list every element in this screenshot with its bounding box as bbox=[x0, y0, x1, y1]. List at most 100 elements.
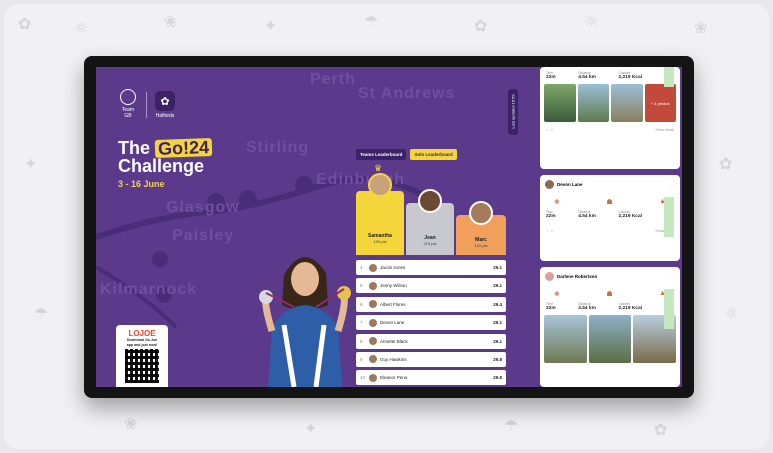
avatar bbox=[369, 355, 377, 364]
stat-value: 22m bbox=[546, 306, 556, 311]
like-icon[interactable]: ♡ ☺ bbox=[546, 128, 554, 132]
doodle-icon: ❀ bbox=[694, 18, 708, 37]
table-row[interactable]: 4 Jacob Jones 29.1 bbox=[356, 260, 506, 275]
rank: 6 bbox=[360, 301, 363, 307]
table-row[interactable]: 10 Eleanor Pena 29.8 bbox=[356, 370, 506, 386]
table-row[interactable]: 9 Guy Hawkins 29.8 bbox=[356, 351, 506, 367]
photo[interactable] bbox=[588, 315, 632, 363]
photo[interactable] bbox=[544, 315, 587, 363]
stat-value: 4.54 km bbox=[578, 306, 596, 311]
activity-icons: ❀ ☗ ▲ bbox=[540, 286, 680, 302]
stat-value: 2,219 Kcal bbox=[618, 214, 642, 219]
stat-value: 4.54 km bbox=[578, 214, 596, 219]
post-photos: + 4 photos bbox=[540, 80, 680, 126]
gojoe-logo: LOJOE bbox=[128, 329, 156, 338]
post-footer: ♡ ☺ Show detail bbox=[540, 126, 680, 136]
tab-teams-leaderboard[interactable]: Teams Leaderboard bbox=[356, 149, 407, 160]
rank: 8 bbox=[360, 338, 363, 344]
show-detail-link[interactable]: Show detail bbox=[655, 128, 674, 132]
progress-graph bbox=[664, 67, 674, 87]
leaderboard-tabs: Teams Leaderboard Solo Leaderboard bbox=[356, 149, 457, 160]
progress-graph bbox=[664, 197, 674, 237]
row-points: 29.8 bbox=[493, 375, 502, 381]
row-name: Annette Black bbox=[380, 338, 408, 344]
medal-icon bbox=[259, 290, 273, 304]
map-label: Paisley bbox=[172, 227, 235, 244]
row-points: 29.8 bbox=[493, 356, 502, 362]
map-pin-icon bbox=[239, 190, 257, 208]
table-row[interactable]: 7 Devon Lane 29.1 bbox=[356, 315, 506, 331]
rank: 5 bbox=[360, 283, 363, 289]
avatar bbox=[369, 337, 377, 346]
avatar bbox=[369, 373, 377, 382]
post-author: Devon Lane bbox=[557, 182, 583, 187]
avatar bbox=[369, 300, 377, 309]
table-row[interactable]: 8 Annette Black 29.1 bbox=[356, 333, 506, 349]
more-options-icon[interactable]: ⋯ bbox=[671, 274, 676, 280]
activity-post[interactable]: Time 22m Distance 4.54 km Calories 2,219 Kc… bbox=[540, 67, 680, 169]
table-row[interactable]: 5 Jenny Wilson 29.1 bbox=[356, 278, 506, 294]
doodle-icon: ✿ bbox=[654, 420, 668, 439]
doodle-icon: ☂ bbox=[504, 416, 519, 435]
map-label: St Andrews bbox=[358, 85, 456, 102]
map-label: Perth bbox=[310, 71, 356, 88]
brand-logos: Team GB ✿ Halfords bbox=[118, 89, 175, 121]
rank: 4 bbox=[360, 265, 363, 270]
podium-avatar bbox=[469, 201, 493, 225]
activity-icons: ❀ ☗ ▲ bbox=[540, 194, 680, 210]
halfords-label: Halfords bbox=[155, 113, 175, 119]
activity-post[interactable]: Darlene Robertson ⋯ ❀ ☗ ▲ Time 22m Distan… bbox=[540, 267, 680, 387]
challenge-title: The Go!24 Challenge bbox=[118, 137, 213, 175]
like-icon[interactable]: ♡ ☺ bbox=[546, 229, 554, 233]
more-photos[interactable]: + 4 photos bbox=[644, 84, 676, 122]
athlete-photo bbox=[259, 256, 351, 387]
row-name: Jacob Jones bbox=[380, 265, 406, 270]
qr-text: app and join now! bbox=[126, 342, 158, 347]
stat-value: 2,219 Kcal bbox=[618, 306, 642, 311]
row-points: 29.1 bbox=[493, 283, 502, 289]
avatar bbox=[369, 281, 377, 290]
podium-points: 215 pts bbox=[423, 241, 437, 246]
avatar bbox=[545, 272, 554, 281]
activity-icon: ☗ bbox=[606, 199, 613, 206]
podium: Samantha 190 pts Jean 215 pts Marc 120 p… bbox=[356, 163, 506, 255]
post-header: Darlene Robertson ⋯ bbox=[540, 267, 680, 286]
tab-solo-leaderboard[interactable]: Solo Leaderboard bbox=[410, 149, 457, 160]
qr-card[interactable]: LOJOE Download Go.Joe app and join now! bbox=[116, 325, 168, 387]
stat-value: 22m bbox=[546, 75, 556, 80]
crown-icon: ♛ bbox=[374, 163, 383, 173]
doodle-icon: ✦ bbox=[264, 16, 278, 35]
doodle-icon: ✿ bbox=[719, 154, 733, 173]
activity-icon: ❀ bbox=[554, 199, 560, 206]
activity-post[interactable]: Devon Lane ⋯ ❀ ☗ ▲ Time 22m Distance 4.54 … bbox=[540, 175, 680, 261]
last-updated-label: Last updated 16:59 bbox=[510, 94, 516, 129]
photo[interactable] bbox=[611, 84, 643, 122]
avatar bbox=[369, 263, 377, 272]
photo[interactable] bbox=[544, 84, 576, 122]
doodle-icon: ☼ bbox=[584, 12, 599, 31]
table-row[interactable]: 6 Albert Flores 29.4 bbox=[356, 296, 506, 312]
map-label: Stirling bbox=[246, 139, 310, 156]
rank: 9 bbox=[360, 356, 363, 362]
halfords-icon: ✿ bbox=[155, 91, 175, 111]
post-header: Devon Lane ⋯ bbox=[540, 175, 680, 194]
leaderboard-list: 4 Jacob Jones 29.1 5 Jenny Wilson 29.1 6 Albe… bbox=[356, 260, 506, 387]
photo[interactable] bbox=[577, 84, 609, 122]
map-label: Kilmarnock bbox=[100, 281, 198, 298]
doodle-icon: ☼ bbox=[724, 304, 739, 323]
tv-frame: Perth St Andrews Stirling Edinburgh Glas… bbox=[84, 56, 694, 398]
podium-points: 190 pts bbox=[373, 239, 387, 244]
stat-value: 2,219 Kcal bbox=[618, 75, 642, 80]
post-stats: Time 22m Distance 4.54 km Calories 2,219 Kc… bbox=[540, 210, 680, 219]
last-updated-tab: Last updated 16:59 bbox=[508, 89, 518, 135]
doodle-icon: ☂ bbox=[364, 12, 379, 31]
qr-code[interactable] bbox=[125, 349, 159, 383]
avatar bbox=[545, 180, 554, 189]
row-name: Jenny Wilson bbox=[380, 283, 407, 289]
doodle-icon: ☂ bbox=[34, 304, 49, 323]
more-options-icon[interactable]: ⋯ bbox=[671, 182, 676, 188]
post-author: Darlene Robertson bbox=[557, 274, 598, 279]
doodle-icon: ❀ bbox=[124, 414, 138, 433]
doodle-icon: ✿ bbox=[474, 16, 488, 35]
doodle-icon: ✿ bbox=[18, 14, 32, 33]
